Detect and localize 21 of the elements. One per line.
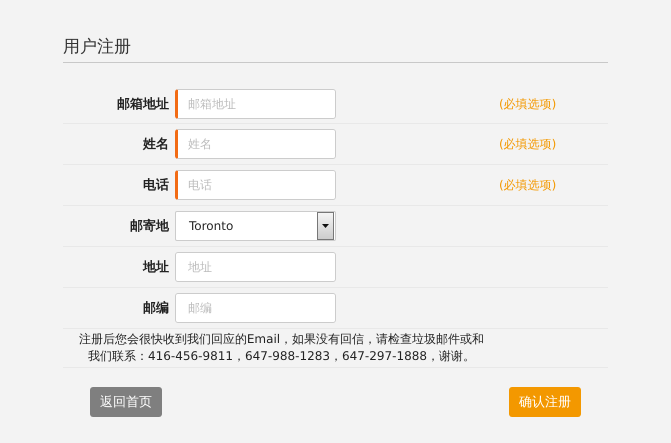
input-field[interactable]: 电话: [175, 170, 336, 200]
input-field[interactable]: 姓名: [175, 129, 336, 159]
dropdown[interactable]: Toronto: [175, 211, 336, 241]
field-label: 邮编: [142, 300, 170, 317]
submit-button[interactable]: 确认注册: [509, 387, 581, 417]
input-field[interactable]: 地址: [175, 252, 336, 282]
input-field[interactable]: 邮编: [175, 293, 336, 323]
caret-icon: [322, 224, 329, 228]
required-note: (必填选项): [499, 178, 556, 192]
notice-text: 我们联系：416-456-9811，647-988-1283，647-297-1888，谢谢。: [86, 348, 476, 365]
field-label: 姓名: [142, 136, 170, 153]
notice-text: 注册后您会很快收到我们回应的Email，如果没有回信，请检查垃圾邮件或和: [78, 331, 486, 348]
field-label: 邮寄地: [129, 218, 170, 235]
field-label: 邮箱地址: [116, 96, 170, 113]
required-note: (必填选项): [499, 136, 556, 150]
back-button[interactable]: 返回首页: [90, 387, 162, 417]
required-note: (必填选项): [499, 96, 556, 110]
input-field[interactable]: 邮箱地址: [175, 89, 336, 119]
field-label: 电话: [142, 177, 170, 194]
form-title: 用户注册: [63, 36, 608, 63]
field-label: 地址: [142, 259, 170, 276]
